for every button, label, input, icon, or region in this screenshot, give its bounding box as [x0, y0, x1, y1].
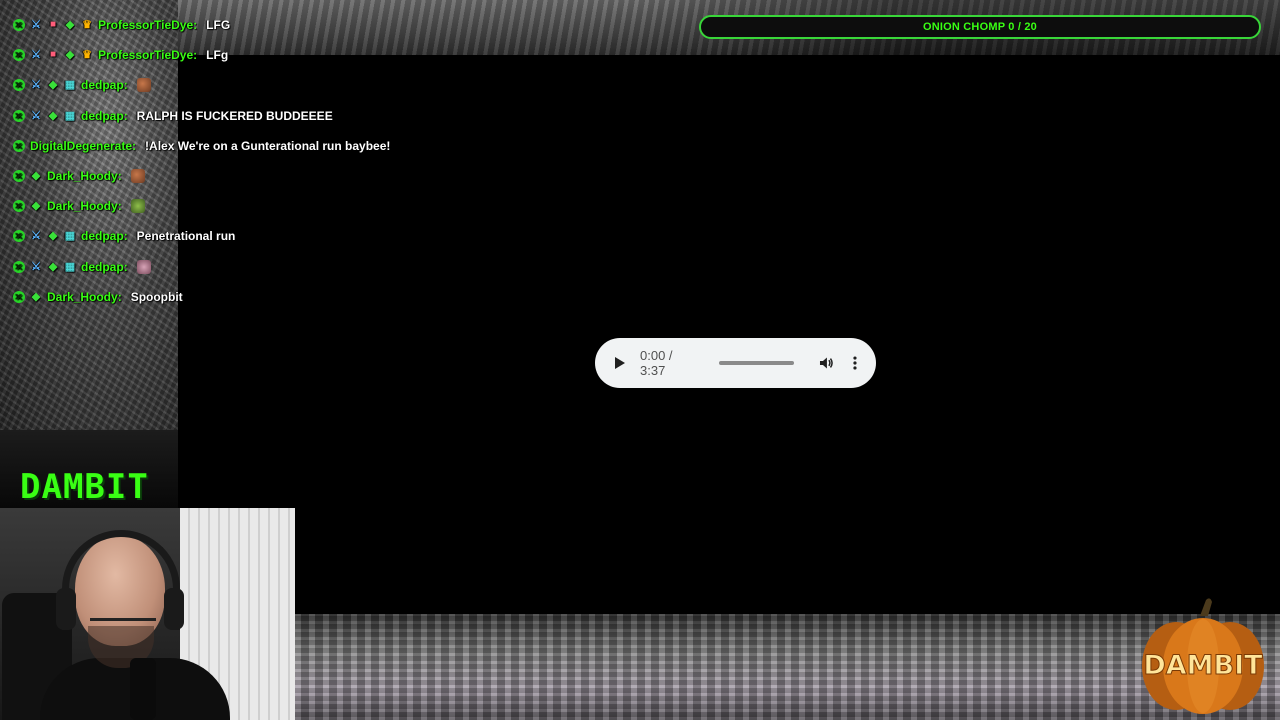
gem-icon: ◆ [48, 79, 58, 92]
close-circle-icon: ✕ [13, 230, 25, 243]
dambit-logo: DAMBIT [20, 467, 149, 507]
chat-message: ✕ ⚔ ◆ ▦ dedpap: [13, 252, 433, 282]
chat-username: DigitalDegenerate: [30, 138, 137, 153]
gem-icon: ◆ [48, 230, 58, 243]
chat-message-text: RALPH IS FUCKERED BUDDEEEE [136, 108, 333, 123]
chat-message: ✕ ⚔ ■ ◆ ♛ ProfessorTieDye: LFG [13, 10, 433, 40]
chat-message-text: Spoopbit [130, 289, 183, 304]
chat-username: Dark_Hoody: [47, 199, 122, 214]
chat-username: dedpap: [81, 229, 128, 244]
pumpkin-logo: DAMBIT [1142, 598, 1264, 714]
chat-message: ✕ ◆ Dark_Hoody: Spoopbit [13, 282, 433, 312]
grid-badge-icon: ▦ [64, 230, 76, 243]
sword-icon: ⚔ [31, 109, 41, 122]
chat-message: ✕ ◆ Dark_Hoody: [13, 191, 433, 221]
pumpkin-text: DAMBIT [1143, 650, 1263, 681]
sword-icon: ⚔ [31, 49, 41, 62]
chat-emote [130, 169, 145, 184]
close-circle-icon: ✕ [13, 109, 25, 122]
chat-message-text: Penetrational run [136, 229, 236, 244]
chat-message: ✕ ⚔ ◆ ▦ dedpap: Penetrational run [13, 221, 433, 251]
crown-icon: ♛ [82, 49, 92, 62]
audio-seek-slider[interactable] [718, 361, 795, 365]
chat-username: ProfessorTieDye: [98, 48, 198, 63]
webcam-feed [0, 508, 295, 720]
grid-badge-icon: ▦ [64, 79, 76, 92]
more-options-icon[interactable] [852, 355, 858, 371]
grid-badge-icon: ▦ [64, 109, 76, 122]
gem-icon: ◆ [31, 200, 41, 213]
gift-icon: ■ [49, 49, 57, 61]
sword-icon: ⚔ [31, 79, 41, 92]
gift-icon: ■ [49, 19, 57, 31]
chat-message: ✕ ⚔ ◆ ▦ dedpap: RALPH IS FUCKERED BUDDEEEE [13, 101, 433, 131]
gem-icon: ◆ [31, 170, 41, 183]
play-icon[interactable] [615, 357, 625, 369]
close-circle-icon: ✕ [13, 139, 25, 152]
chat-username: ProfessorTieDye: [98, 18, 198, 33]
crown-icon: ♛ [82, 19, 92, 32]
grid-badge-icon: ▦ [64, 260, 76, 273]
close-circle-icon: ✕ [13, 200, 25, 213]
close-circle-icon: ✕ [13, 49, 25, 62]
microphone [130, 658, 156, 720]
chat-message-text: LFg [206, 48, 229, 63]
background-texture-bottom [295, 614, 1280, 720]
headphone-earcup-left [56, 588, 76, 630]
stream-overlay: ✕ ⚔ ■ ◆ ♛ ProfessorTieDye: LFG ✕ ⚔ ■ ◆ ♛ ProfessorTi… [0, 0, 1280, 720]
sword-icon: ⚔ [31, 19, 41, 32]
audio-player[interactable]: 0:00 / 3:37 [595, 338, 876, 388]
chat-username: Dark_Hoody: [47, 169, 122, 184]
chat-overlay: ✕ ⚔ ■ ◆ ♛ ProfessorTieDye: LFG ✕ ⚔ ■ ◆ ♛ ProfessorTi… [13, 10, 433, 312]
chat-message: ✕ DigitalDegenerate: !Alex We're on a Gunt… [13, 131, 433, 161]
chat-message: ✕ ⚔ ■ ◆ ♛ ProfessorTieDye: LFg [13, 40, 433, 70]
chat-username: dedpap: [81, 259, 128, 274]
close-circle-icon: ✕ [13, 290, 25, 303]
chat-emote [136, 78, 151, 93]
chat-emote [136, 259, 151, 274]
gem-icon: ◆ [48, 260, 58, 273]
audio-time: 0:00 / 3:37 [640, 348, 673, 378]
gem-icon: ◆ [48, 109, 58, 122]
chat-username: dedpap: [81, 78, 128, 93]
volume-icon[interactable] [818, 355, 834, 371]
chat-emote [130, 199, 145, 214]
close-circle-icon: ✕ [13, 260, 25, 273]
sword-icon: ⚔ [31, 260, 41, 273]
goal-label: ONION CHOMP 0 / 20 [922, 21, 1038, 33]
pumpkin-stem [1200, 598, 1212, 616]
chat-username: Dark_Hoody: [47, 289, 122, 304]
gem-icon: ◆ [65, 19, 75, 32]
close-circle-icon: ✕ [13, 170, 25, 183]
close-circle-icon: ✕ [13, 79, 25, 92]
headphone-earcup-right [164, 588, 184, 630]
gem-icon: ◆ [31, 290, 41, 303]
chat-message: ✕ ◆ Dark_Hoody: [13, 161, 433, 191]
close-circle-icon: ✕ [13, 19, 25, 32]
gem-icon: ◆ [65, 49, 75, 62]
chat-username: dedpap: [81, 108, 128, 123]
chat-message-text: LFG [206, 18, 231, 33]
sword-icon: ⚔ [31, 230, 41, 243]
chat-message-text: !Alex We're on a Gunterational run baybe… [145, 138, 391, 153]
chat-message: ✕ ⚔ ◆ ▦ dedpap: [13, 70, 433, 100]
goal-progress-bar: ONION CHOMP 0 / 20 [699, 15, 1261, 39]
